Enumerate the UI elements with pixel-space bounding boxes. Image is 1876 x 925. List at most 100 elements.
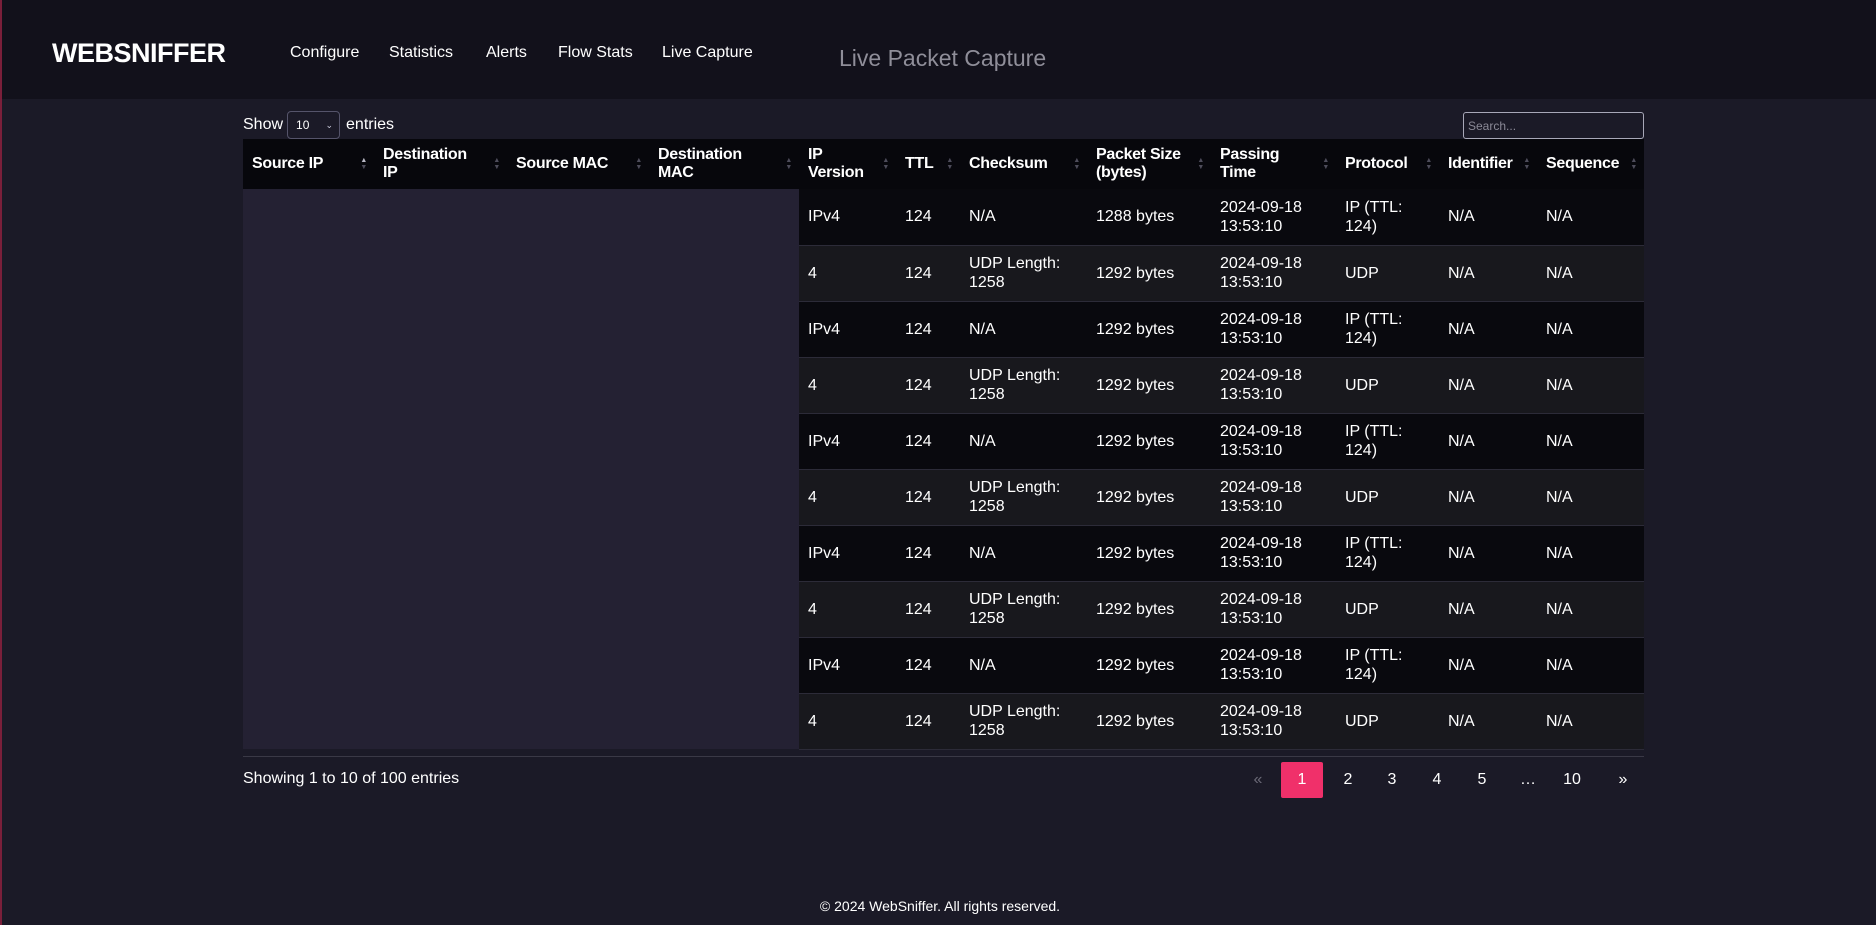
column-header-label: Source IP (252, 155, 324, 172)
nav-flow-stats[interactable]: Flow Stats (558, 44, 633, 62)
table-divider (243, 756, 1644, 757)
ttl-cell: 124 (896, 189, 960, 246)
nav-statistics[interactable]: Statistics (389, 44, 453, 62)
column-header-label: TTL (905, 155, 934, 172)
pagination-page-5[interactable]: 5 (1461, 762, 1503, 798)
table-info: Showing 1 to 10 of 100 entries (243, 770, 460, 787)
brand-logo[interactable]: WEBSNIFFER (52, 38, 226, 69)
checksum-cell: UDP Length: 1258 (960, 693, 1087, 750)
protocol-cell: UDP (1336, 469, 1439, 526)
sequence-cell: N/A (1537, 469, 1644, 526)
packet-size-cell: 1292 bytes (1087, 581, 1211, 638)
checksum-cell: UDP Length: 1258 (960, 581, 1087, 638)
pagination-page-10[interactable]: 10 (1551, 762, 1593, 798)
identifier-cell: N/A (1439, 693, 1537, 750)
pagination-page-2[interactable]: 2 (1327, 762, 1369, 798)
ttl-cell: 124 (896, 637, 960, 694)
pagination-previous: « (1253, 771, 1263, 788)
table-header-row: Source IP ▲ ▼ Destination IP ▲ ▼ Source MAC ▲ ▼ D… (243, 139, 1644, 189)
packet-size-cell: 1292 bytes (1087, 245, 1211, 302)
entries-length-control: Show 10 ⌄ entries (243, 111, 394, 139)
pagination-page-1[interactable]: 1 (1281, 762, 1323, 798)
sort-arrows-icon: ▲ ▼ (493, 157, 500, 171)
nav-alerts[interactable]: Alerts (486, 44, 527, 62)
protocol-cell: IP (TTL: 124) (1336, 189, 1439, 246)
passing-time-cell: 2024-09-18 13:53:10 (1211, 581, 1336, 638)
pagination-ellipsis: … (1520, 771, 1536, 788)
pagination-page-3[interactable]: 3 (1371, 762, 1413, 798)
page-title: Live Packet Capture (839, 45, 1047, 71)
column-header-source-mac[interactable]: Source MAC ▲ ▼ (507, 139, 649, 189)
pagination-next[interactable]: » (1602, 762, 1644, 798)
protocol-cell: IP (TTL: 124) (1336, 301, 1439, 358)
sort-arrows-icon: ▲ ▼ (946, 157, 953, 171)
passing-time-cell: 2024-09-18 13:53:10 (1211, 525, 1336, 582)
checksum-cell: UDP Length: 1258 (960, 245, 1087, 302)
ip-version-cell: IPv4 (799, 301, 896, 358)
column-header-identifier[interactable]: Identifier ▲ ▼ (1439, 139, 1537, 189)
column-header-packet-size-bytes[interactable]: Packet Size (bytes) ▲ ▼ (1087, 139, 1211, 189)
nav-configure[interactable]: Configure (290, 44, 359, 62)
ip-version-cell: 4 (799, 245, 896, 302)
packet-size-cell: 1292 bytes (1087, 357, 1211, 414)
column-header-label: Checksum (969, 155, 1048, 172)
ttl-cell: 124 (896, 245, 960, 302)
column-header-label: Passing Time (1220, 146, 1280, 181)
passing-time-cell: 2024-09-18 13:53:10 (1211, 413, 1336, 470)
checksum-cell: N/A (960, 525, 1087, 582)
column-header-label: IP Version (808, 146, 864, 181)
column-header-label: Packet Size (bytes) (1096, 146, 1181, 181)
sort-arrows-icon: ▲ ▼ (1425, 157, 1432, 171)
protocol-cell: IP (TTL: 124) (1336, 637, 1439, 694)
identifier-cell: N/A (1439, 245, 1537, 302)
packet-size-cell: 1288 bytes (1087, 189, 1211, 246)
sort-arrows-icon: ▲ ▼ (1322, 157, 1329, 171)
column-header-label: Identifier (1448, 155, 1513, 172)
entries-per-page-select[interactable]: 10 ⌄ (287, 111, 341, 139)
show-label: Show (243, 116, 284, 133)
sequence-cell: N/A (1537, 525, 1644, 582)
passing-time-cell: 2024-09-18 13:53:10 (1211, 189, 1336, 246)
column-header-sequence[interactable]: Sequence ▲ ▼ (1537, 139, 1644, 189)
pagination-page-4[interactable]: 4 (1416, 762, 1458, 798)
ip-version-cell: IPv4 (799, 413, 896, 470)
sort-arrows-icon: ▲ ▼ (1630, 157, 1637, 171)
identifier-cell: N/A (1439, 469, 1537, 526)
protocol-cell: IP (TTL: 124) (1336, 413, 1439, 470)
identifier-cell: N/A (1439, 525, 1537, 582)
packet-size-cell: 1292 bytes (1087, 469, 1211, 526)
search-input[interactable] (1463, 112, 1644, 139)
column-header-destination-ip[interactable]: Destination IP ▲ ▼ (374, 139, 507, 189)
column-header-source-ip[interactable]: Source IP ▲ ▼ (243, 139, 374, 189)
protocol-cell: UDP (1336, 357, 1439, 414)
sequence-cell: N/A (1537, 245, 1644, 302)
column-header-passing-time[interactable]: Passing Time ▲ ▼ (1211, 139, 1336, 189)
ip-version-cell: 4 (799, 469, 896, 526)
protocol-cell: UDP (1336, 245, 1439, 302)
checksum-cell: UDP Length: 1258 (960, 469, 1087, 526)
column-header-checksum[interactable]: Checksum ▲ ▼ (960, 139, 1087, 189)
packet-size-cell: 1292 bytes (1087, 413, 1211, 470)
column-header-ttl[interactable]: TTL ▲ ▼ (896, 139, 960, 189)
packet-size-cell: 1292 bytes (1087, 301, 1211, 358)
ttl-cell: 124 (896, 525, 960, 582)
identifier-cell: N/A (1439, 357, 1537, 414)
sort-arrows-icon: ▲ ▼ (882, 157, 889, 171)
passing-time-cell: 2024-09-18 13:53:10 (1211, 301, 1336, 358)
sort-arrows-icon: ▲ ▼ (1073, 157, 1080, 171)
packet-size-cell: 1292 bytes (1087, 525, 1211, 582)
passing-time-cell: 2024-09-18 13:53:10 (1211, 357, 1336, 414)
column-header-ip-version[interactable]: IP Version ▲ ▼ (799, 139, 896, 189)
passing-time-cell: 2024-09-18 13:53:10 (1211, 637, 1336, 694)
column-header-destination-mac[interactable]: Destination MAC ▲ ▼ (649, 139, 799, 189)
protocol-cell: IP (TTL: 124) (1336, 525, 1439, 582)
sequence-cell: N/A (1537, 189, 1644, 246)
entries-label: entries (346, 116, 395, 133)
sort-arrows-icon: ▲ ▼ (785, 157, 792, 171)
ttl-cell: 124 (896, 693, 960, 750)
protocol-cell: UDP (1336, 693, 1439, 750)
ttl-cell: 124 (896, 357, 960, 414)
packet-size-cell: 1292 bytes (1087, 693, 1211, 750)
nav-live-capture[interactable]: Live Capture (662, 44, 753, 62)
column-header-protocol[interactable]: Protocol ▲ ▼ (1336, 139, 1439, 189)
